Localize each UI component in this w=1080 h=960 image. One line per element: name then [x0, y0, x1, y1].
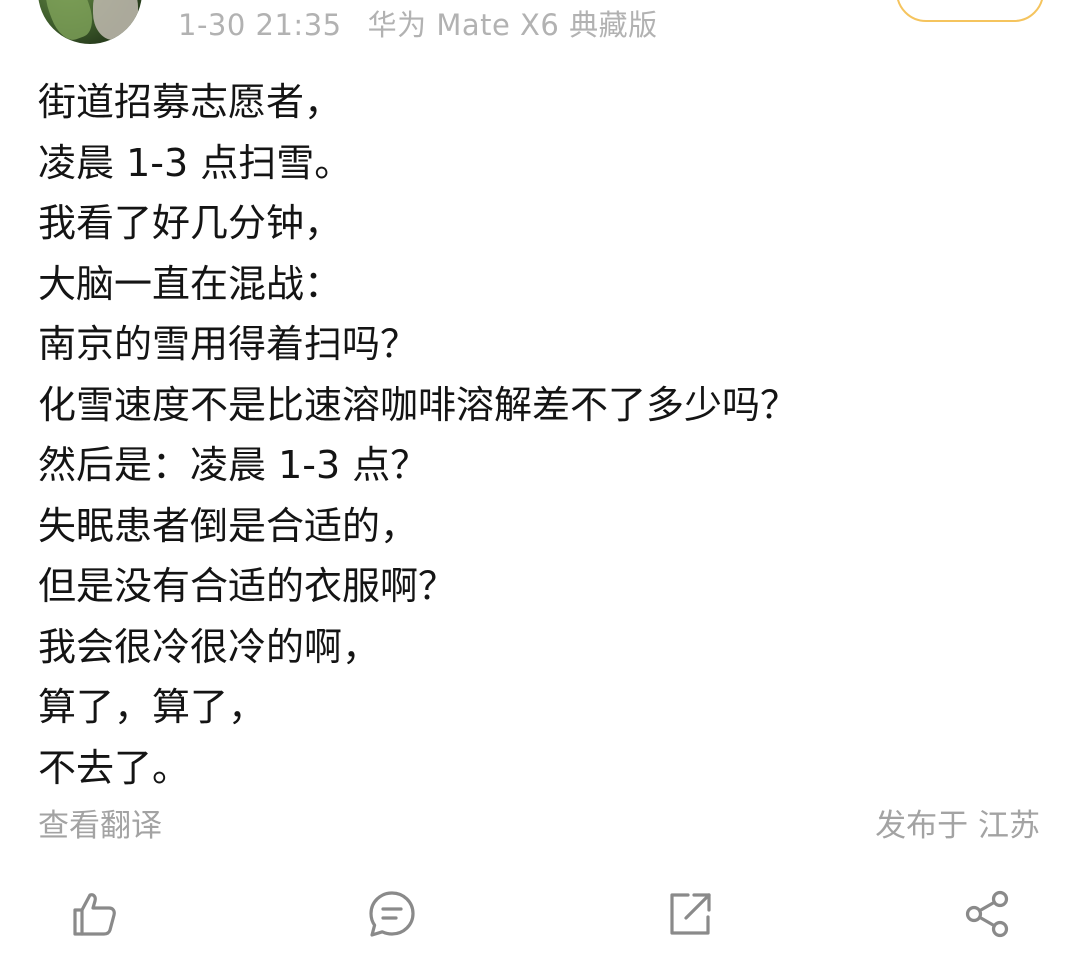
- post-line: 不去了。: [38, 745, 191, 790]
- post-line: 我会很冷很冷的啊，: [38, 624, 381, 669]
- post-line: 凌晨 1-3 点扫雪。: [38, 140, 353, 185]
- post-location: 发布于 江苏: [875, 808, 1040, 844]
- share-icon: [965, 890, 1009, 938]
- post-line: 我看了好几分钟，: [38, 201, 343, 245]
- post-meta: 1-30 21:35 华为 Mate X6 典藏版: [178, 2, 658, 44]
- comment-button[interactable]: [366, 888, 418, 940]
- post-line: 然后是：凌晨 1-3 点？: [38, 443, 429, 487]
- post-line: 化雪速度不是比速溶咖啡溶解差不了多少吗？: [38, 382, 799, 427]
- avatar-image-part: [93, 0, 138, 40]
- post-line: 但是没有合适的衣服啊？: [38, 564, 457, 608]
- share-button[interactable]: [962, 888, 1014, 940]
- comment-icon: [369, 891, 415, 937]
- like-button[interactable]: [68, 888, 120, 940]
- like-icon: [73, 893, 116, 936]
- follow-button[interactable]: [896, 0, 1044, 22]
- post-device: 华为 Mate X6 典藏版: [367, 8, 658, 42]
- repost-icon: [670, 893, 711, 935]
- post-line: 大脑一直在混战：: [38, 261, 343, 306]
- post-text: 街道招募志愿者， 凌晨 1-3 点扫雪。 我看了好几分钟， 大脑一直在混战： 南…: [38, 72, 1048, 798]
- avatar-image-part: [38, 0, 99, 44]
- post-line: 南京的雪用得着扫吗？: [38, 322, 419, 366]
- translate-link[interactable]: 查看翻译: [38, 800, 162, 845]
- post-line: 算了，算了，: [38, 685, 267, 729]
- repost-button[interactable]: [664, 888, 716, 940]
- avatar[interactable]: [38, 0, 142, 44]
- post-line: 失眠患者倒是合适的，: [38, 503, 419, 548]
- post-timestamp: 1-30 21:35: [178, 8, 342, 42]
- post-line: 街道招募志愿者，: [38, 80, 343, 124]
